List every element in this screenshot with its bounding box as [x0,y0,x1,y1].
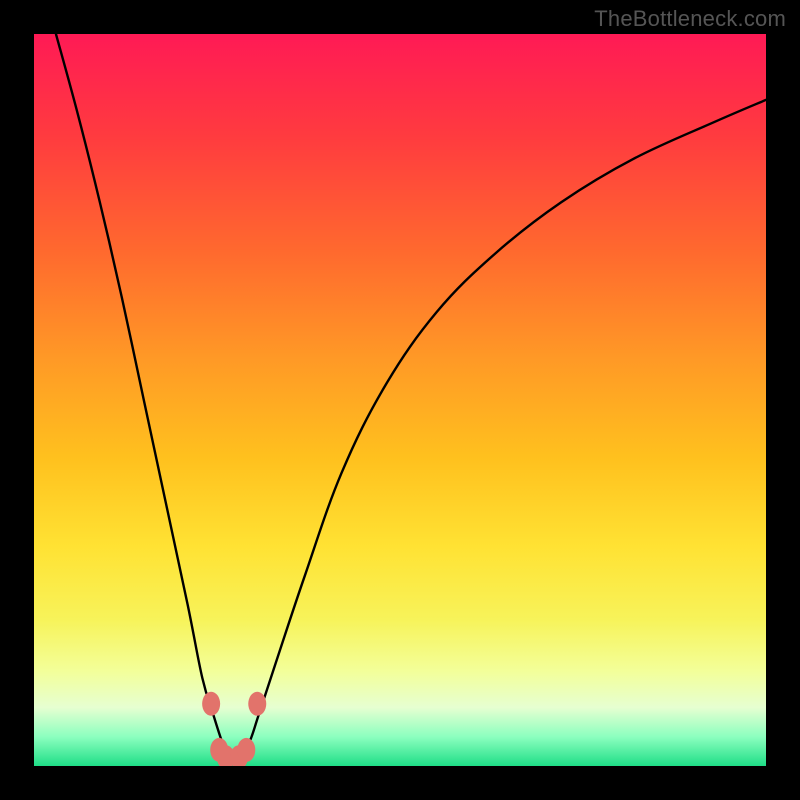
chart-frame: TheBottleneck.com [0,0,800,800]
curve-marker [202,692,220,716]
watermark-label: TheBottleneck.com [594,6,786,32]
bottleneck-curve-line [56,34,766,759]
curve-marker [237,738,255,762]
curve-markers [202,692,266,766]
curve-marker [248,692,266,716]
bottleneck-chart [34,34,766,766]
plot-area [34,34,766,766]
